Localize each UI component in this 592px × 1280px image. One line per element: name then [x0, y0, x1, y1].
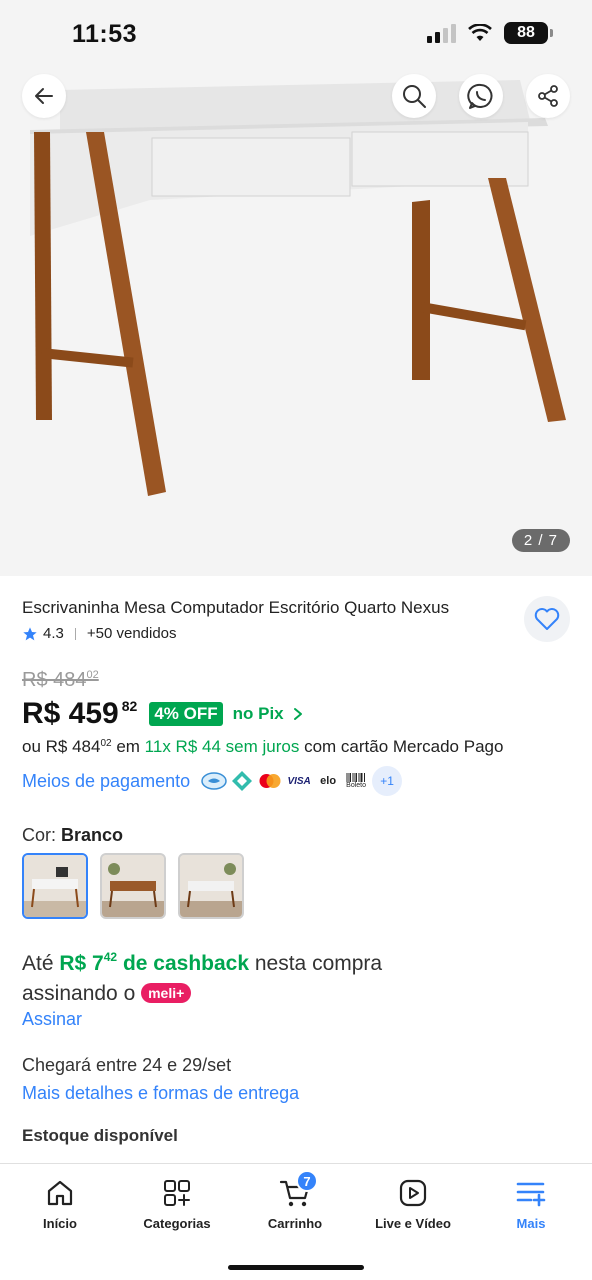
mercado-pago-icon [200, 767, 228, 795]
cashback-suffix: nesta compra [254, 952, 383, 975]
heart-icon [534, 608, 560, 630]
status-bar: 11:53 88 [0, 0, 592, 66]
cashback-text: Até R$ 742 de cashback nesta compra assi… [22, 950, 562, 1008]
share-button[interactable] [526, 74, 570, 118]
cashback-green-suffix: de cashback [122, 952, 250, 975]
favorite-button[interactable] [524, 596, 570, 642]
installments-mid: em [116, 737, 140, 756]
nav-label-categories: Categorias [143, 1216, 211, 1231]
installments-suffix: com cartão Mercado Pago [304, 737, 504, 756]
nav-item-more[interactable]: Mais [472, 1178, 590, 1231]
installments-text: ou R$ 48402 em 11x R$ 44 sem juros com c… [22, 737, 503, 757]
visa-label: VISA [287, 775, 311, 787]
current-price: R$ 459 82 [22, 697, 137, 731]
mastercard-icon [256, 767, 284, 795]
home-icon [47, 1180, 73, 1206]
chevron-right-icon[interactable] [293, 707, 303, 721]
meli-plus-badge: meli+ [141, 983, 192, 1003]
boleto-label: Boleto [346, 782, 367, 789]
cashback-amount-cents: 42 [103, 950, 118, 964]
elo-icon: elo [314, 767, 342, 795]
rating-row[interactable]: 4.3 +50 vendidos [22, 625, 177, 642]
delivery-details-link[interactable]: Mais detalhes e formas de entrega [22, 1083, 299, 1104]
color-label-text: Cor: [22, 825, 57, 845]
old-price-cents: 02 [86, 669, 99, 681]
payment-methods-row[interactable]: Meios de pagamento VISA elo Boleto +1 [22, 766, 403, 796]
more-payment-methods[interactable]: +1 [372, 766, 403, 796]
installments-cents: 02 [100, 738, 112, 749]
nav-item-home[interactable]: Início [1, 1178, 119, 1231]
whatsapp-button[interactable] [459, 74, 503, 118]
cart-count-badge: 7 [296, 1170, 318, 1192]
thumb-mixed-image [180, 855, 242, 917]
stock-status: Estoque disponível [22, 1126, 178, 1145]
nav-label-cart: Carrinho [267, 1216, 323, 1231]
wifi-icon [468, 24, 492, 41]
arrow-left-icon [35, 88, 53, 104]
categories-icon [164, 1180, 190, 1206]
color-options [22, 853, 244, 919]
color-option-white[interactable] [22, 853, 88, 919]
visa-icon: VISA [284, 767, 314, 795]
battery-icon: 88 [504, 22, 553, 44]
nav-item-cart[interactable]: 7 Carrinho [236, 1170, 354, 1231]
installments-prefix: ou R$ 484 [22, 737, 101, 756]
bottom-navigation: Início Categorias 7 Carrinho Live e Víde… [0, 1163, 592, 1280]
discount-badge: 4% OFF [149, 702, 223, 726]
thumb-white-image [24, 855, 86, 917]
search-icon [403, 85, 426, 108]
menu-plus-icon [516, 1182, 546, 1207]
pix-label[interactable]: no Pix [233, 704, 284, 724]
payment-methods-link[interactable]: Meios de pagamento [22, 771, 190, 792]
rating-value: 4.3 [43, 625, 64, 642]
price-value: R$ 459 [22, 697, 119, 730]
product-image [30, 80, 566, 496]
color-option-wood[interactable] [100, 853, 166, 919]
back-button[interactable] [22, 74, 66, 118]
nav-label-more: Mais [516, 1216, 546, 1231]
nav-label-home: Início [43, 1216, 77, 1231]
price-row[interactable]: R$ 459 82 4% OFF no Pix [22, 697, 303, 731]
cashback-line2: assinando o [22, 982, 136, 1005]
old-price: R$ 48402 [22, 669, 99, 692]
installments-highlight: 11x R$ 44 sem juros [144, 737, 300, 756]
old-price-value: R$ 484 [22, 669, 87, 691]
color-option-mixed[interactable] [178, 853, 244, 919]
delivery-estimate: Chegará entre 24 e 29/set [22, 1055, 232, 1075]
color-label: Cor: Branco [22, 825, 123, 846]
color-value: Branco [61, 825, 124, 845]
nav-item-categories[interactable]: Categorias [118, 1178, 236, 1231]
subscribe-link[interactable]: Assinar [22, 1009, 82, 1030]
price-cents: 82 [121, 698, 138, 714]
sold-count: +50 vendidos [86, 625, 177, 642]
rating-separator [74, 627, 76, 640]
share-icon [538, 85, 558, 107]
elo-label: elo [320, 775, 337, 787]
gallery-counter: 2 / 7 [511, 529, 570, 552]
pix-icon [228, 767, 256, 795]
boleto-icon: Boleto [342, 767, 370, 795]
nav-item-live-video[interactable]: Live e Vídeo [354, 1178, 472, 1231]
signal-icon [427, 23, 456, 43]
thumb-wood-image [102, 855, 164, 917]
star-icon [23, 626, 37, 640]
cashback-amount: R$ 742 de cashback [59, 950, 250, 975]
home-indicator [228, 1265, 364, 1270]
search-button[interactable] [392, 74, 436, 118]
cashback-amount-value: R$ 7 [59, 952, 104, 975]
product-image-gallery[interactable]: 2 / 7 [0, 0, 592, 576]
nav-label-live-video: Live e Vídeo [375, 1216, 451, 1231]
product-title: Escrivaninha Mesa Computador Escritório … [22, 598, 450, 617]
whatsapp-icon [467, 83, 493, 109]
status-time: 11:53 [72, 20, 138, 48]
cashback-prefix: Até [22, 952, 54, 975]
play-icon [399, 1179, 427, 1207]
status-icons: 88 [427, 22, 553, 44]
